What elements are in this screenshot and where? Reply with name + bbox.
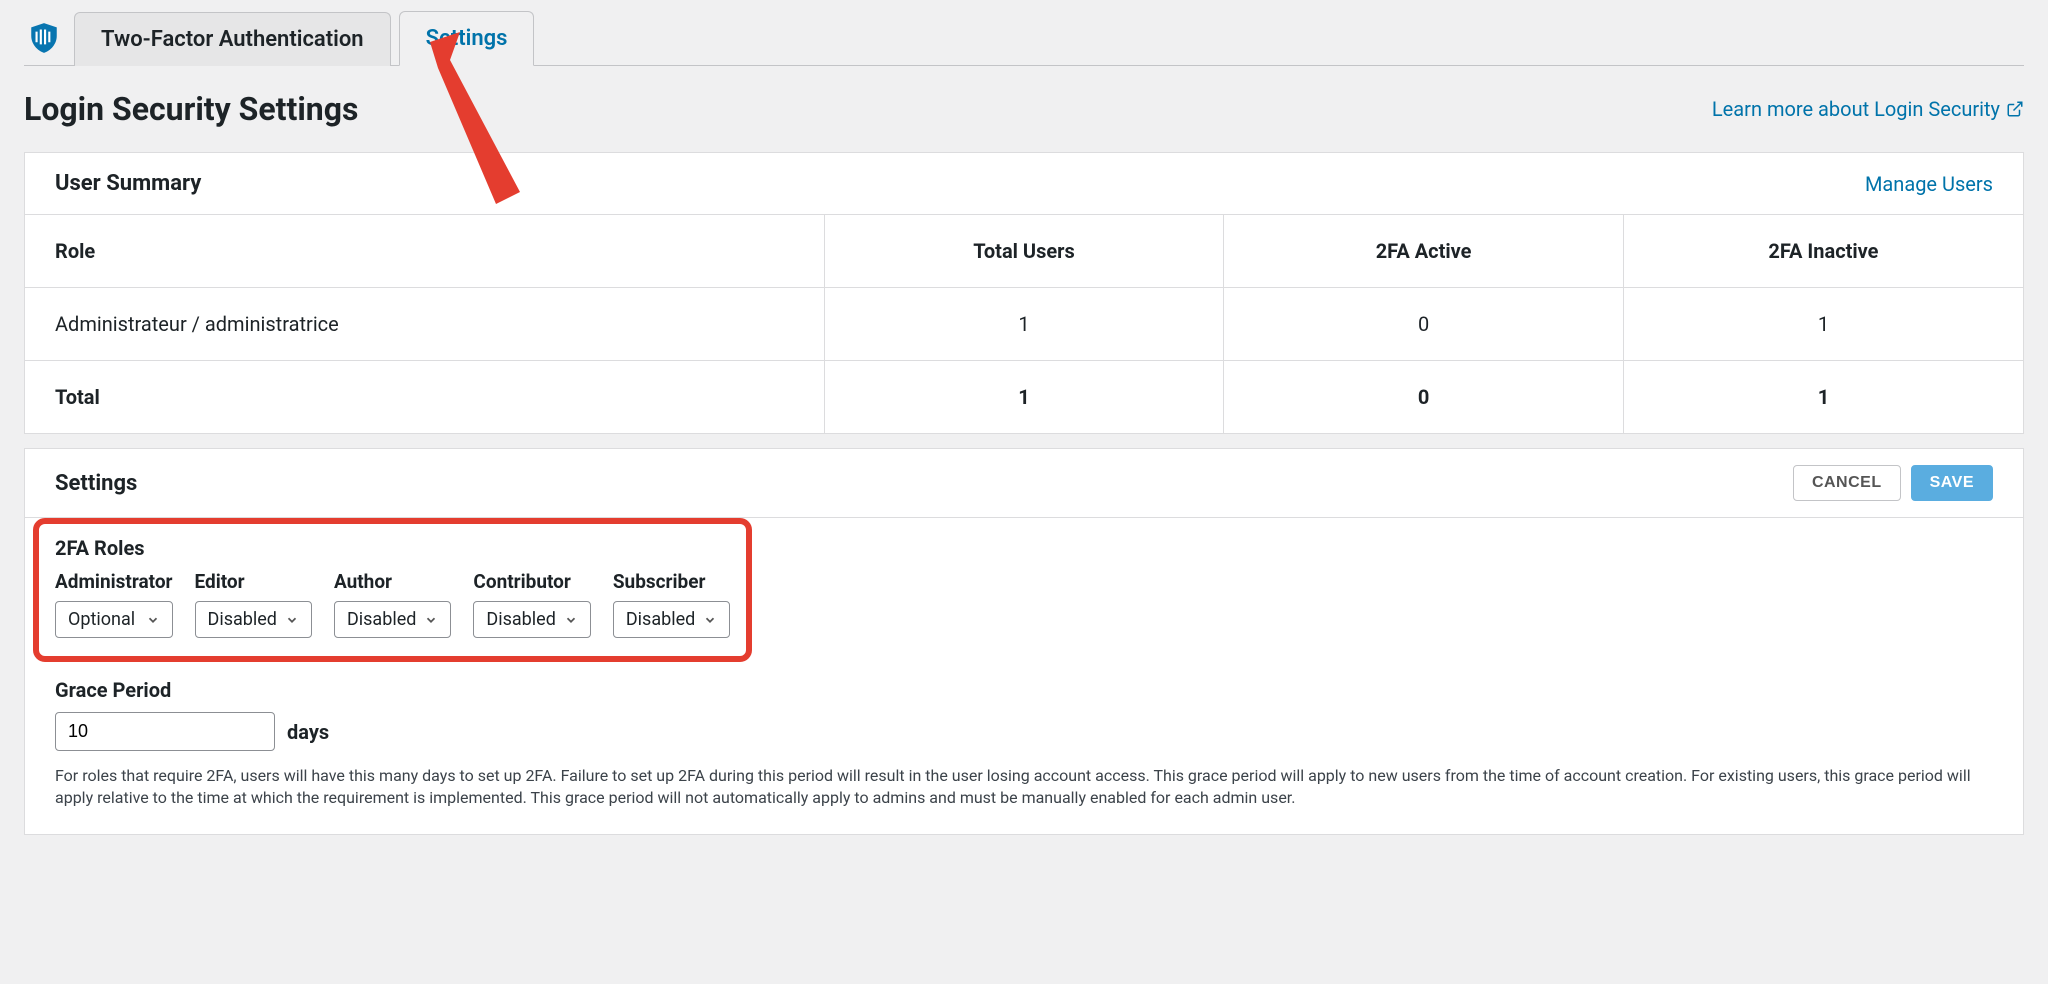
col-total: Total Users [824,215,1224,288]
chevron-down-icon [146,613,160,627]
role-select-editor[interactable]: Disabled [195,601,312,638]
select-value: Disabled [208,609,277,630]
tfa-roles-heading: 2FA Roles [55,536,730,560]
tab-settings[interactable]: Settings [399,11,535,66]
grace-period-helptext: For roles that require 2FA, users will h… [55,765,1993,810]
user-summary-panel: User Summary Manage Users Role Total Use… [24,152,2024,434]
col-role: Role [25,215,824,288]
role-select-contributor[interactable]: Disabled [473,601,590,638]
settings-heading: Settings [55,471,137,496]
learn-more-text: Learn more about Login Security [1712,97,2000,121]
highlight-annotation: 2FA Roles Administrator Optional Editor … [33,518,752,662]
cell-total-sum: 1 [824,361,1224,434]
chevron-down-icon [703,613,717,627]
grace-period-input[interactable] [55,712,275,751]
tab-two-factor-auth[interactable]: Two-Factor Authentication [74,12,391,66]
select-value: Disabled [626,609,695,630]
settings-body: 2FA Roles Administrator Optional Editor … [24,518,2024,835]
role-label-subscriber: Subscriber [613,570,730,593]
role-label-administrator: Administrator [55,570,173,593]
cancel-button[interactable]: CANCEL [1793,465,1901,501]
col-active: 2FA Active [1224,215,1624,288]
select-value: Disabled [347,609,416,630]
table-row-total: Total 1 0 1 [25,361,2023,434]
role-select-author[interactable]: Disabled [334,601,451,638]
cell-total: 1 [824,288,1224,361]
manage-users-link[interactable]: Manage Users [1865,172,1993,196]
page-title: Login Security Settings [24,90,358,128]
cell-active: 0 [1224,288,1624,361]
role-select-subscriber[interactable]: Disabled [613,601,730,638]
tab-label: Settings [426,26,508,51]
learn-more-link[interactable]: Learn more about Login Security [1712,97,2024,121]
select-value: Disabled [486,609,555,630]
col-inactive: 2FA Inactive [1623,215,2023,288]
role-label-contributor: Contributor [473,570,590,593]
role-select-administrator[interactable]: Optional [55,601,173,638]
cell-active-sum: 0 [1224,361,1624,434]
grace-period-heading: Grace Period [55,678,1993,702]
settings-header: Settings CANCEL SAVE [24,448,2024,518]
role-label-editor: Editor [195,570,312,593]
tab-bar: Two-Factor Authentication Settings [24,0,2024,66]
chevron-down-icon [285,613,299,627]
table-row: Administrateur / administratrice 1 0 1 [25,288,2023,361]
user-summary-table: Role Total Users 2FA Active 2FA Inactive… [25,215,2023,433]
select-value: Optional [68,609,135,630]
cell-inactive: 1 [1623,288,2023,361]
cell-total-label: Total [25,361,824,434]
cell-inactive-sum: 1 [1623,361,2023,434]
chevron-down-icon [424,613,438,627]
chevron-down-icon [564,613,578,627]
external-link-icon [2006,100,2024,118]
cell-role: Administrateur / administratrice [25,288,824,361]
role-label-author: Author [334,570,451,593]
tab-label: Two-Factor Authentication [101,27,364,52]
save-button[interactable]: SAVE [1911,465,1993,501]
user-summary-heading: User Summary [55,171,201,196]
wordfence-logo-icon [24,18,64,58]
grace-period-unit: days [287,720,329,744]
